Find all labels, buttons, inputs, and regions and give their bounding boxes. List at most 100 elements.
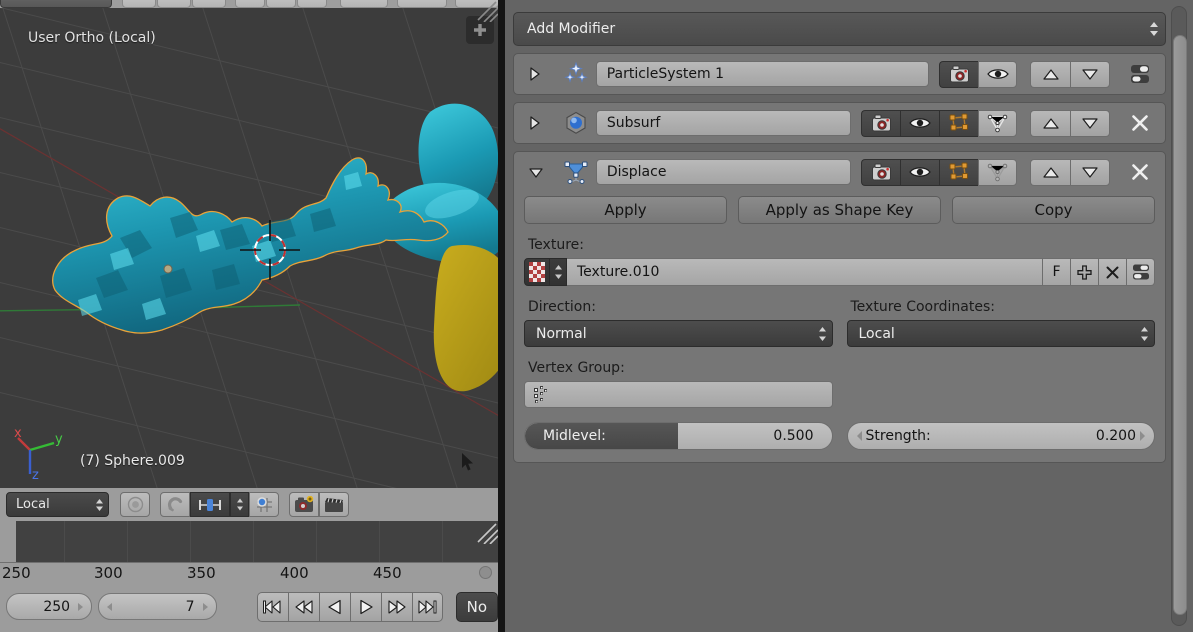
area-corner-grip[interactable] [476,522,498,544]
properties-editor: Add Modifier ParticleSystem 1 Subsurf Di… [505,0,1193,632]
modifier-expander[interactable] [528,66,556,82]
edit-mode-icon [949,113,969,131]
modifier-delete-button[interactable] [1123,110,1157,137]
strength-slider[interactable]: Strength: 0.200 [846,422,1155,450]
current-frame-field[interactable]: 7 [98,593,217,620]
scrollbar-thumb[interactable] [1173,35,1187,615]
modifier-move-down-button[interactable] [1070,109,1111,137]
modifier-edit-mode-toggle[interactable] [939,158,979,186]
next-keyframe-button[interactable] [380,591,412,622]
checker-texture-icon [529,262,545,282]
modifier-move-up-button[interactable] [1030,109,1071,137]
direction-dropdown[interactable]: Normal [524,320,833,347]
previous-keyframe-button[interactable] [287,591,319,622]
jump-to-end-button[interactable] [411,591,443,622]
timeline-editor[interactable] [0,521,498,562]
cage-icon [987,163,1008,182]
vertex-group-field[interactable] [524,381,833,408]
modifier-realtime-toggle[interactable] [978,60,1018,88]
texture-preview-swatch[interactable] [524,258,550,286]
area-splitter[interactable] [498,0,505,632]
end-frame-field[interactable]: 250 [6,593,93,620]
play-button[interactable] [349,591,381,622]
modifier-edit-mode-toggle[interactable] [939,109,979,137]
snap-vertex-icon [199,498,221,511]
timeline-tick: 250 [2,564,31,582]
modifier-type-icon [556,111,596,135]
modifier-name-value: Subsurf [606,115,661,131]
area-corner-grip[interactable] [476,0,498,22]
modifier-realtime-toggle[interactable] [900,109,940,137]
plus-icon [1077,264,1092,280]
add-modifier-dropdown[interactable]: Add Modifier [513,12,1166,46]
snap-target-button[interactable] [190,492,230,517]
modifier-delete-button[interactable] [1123,159,1157,186]
modifier-move-up-button[interactable] [1030,60,1071,88]
fast-forward-icon [388,599,406,614]
modifier-on-cage-toggle[interactable] [978,109,1018,137]
svg-text:y: y [55,432,63,447]
modifier-expander[interactable] [528,166,556,179]
properties-vertical-scrollbar[interactable] [1171,6,1187,626]
modifier-name-field[interactable]: Displace [595,159,852,185]
modifier-panel-pin-button[interactable] [1123,61,1157,88]
direction-value: Normal [536,325,587,342]
snap-target-dropdown[interactable] [230,492,249,517]
copy-button[interactable]: Copy [952,196,1155,224]
timeline-tick: 450 [373,564,402,582]
texture-new-button[interactable] [1071,258,1099,286]
direction-label: Direction: [528,299,596,315]
top-strip-pill [397,0,447,8]
panel-pin-icon [1132,264,1149,280]
modifier-on-cage-toggle[interactable] [978,158,1018,186]
render-button[interactable] [289,492,319,517]
texture-browse-dropdown[interactable] [550,258,567,286]
viewport-object-label: (7) Sphere.009 [80,453,185,469]
eye-icon [909,118,931,128]
modifier-render-toggle[interactable] [861,109,901,137]
modifier-name-field[interactable]: Subsurf [595,110,852,136]
3d-viewport[interactable]: User Ortho (Local) (7) Sphere.009 x y z [0,8,498,488]
top-toolbar-strip [0,0,500,8]
timeline-ruler[interactable]: 250 300 350 400 450 [0,562,498,582]
timeline-canvas[interactable] [16,521,498,562]
modifier-render-toggle[interactable] [939,60,979,88]
modifier-action-buttons: Apply Apply as Shape Key Copy [524,192,1155,224]
snap-magnet-button[interactable] [160,492,190,517]
modifier-render-toggle[interactable] [861,158,901,186]
chevron-updown-icon [818,326,826,341]
texture-coordinates-dropdown[interactable]: Local [846,320,1155,347]
top-strip-pill [0,0,112,8]
proportional-edit-button[interactable] [120,492,150,517]
modifier-name-field[interactable]: ParticleSystem 1 [595,61,930,87]
modifier-move-down-button[interactable] [1070,60,1111,88]
texture-name-field[interactable]: Texture.010 [567,258,1043,286]
apply-button[interactable]: Apply [524,196,727,224]
transform-orientation-dropdown[interactable]: Local [6,492,109,517]
rewind-icon [295,599,313,614]
render-animation-button[interactable] [319,492,349,517]
timeline-scrollbar-handle[interactable] [479,566,492,579]
chevron-updown-icon [96,498,103,511]
triangle-up-icon [1043,166,1059,178]
rewind-start-icon [262,599,281,614]
snap-mode-button[interactable] [249,492,279,517]
vertex-group-label: Vertex Group: [528,360,625,376]
close-x-icon [1132,115,1148,131]
viewport-grid [0,8,498,488]
eye-icon [986,69,1009,79]
apply-as-shape-key-button[interactable]: Apply as Shape Key [738,196,941,224]
midlevel-slider[interactable]: Midlevel: 0.500 [524,422,833,450]
sync-mode-dropdown[interactable]: No [455,591,498,622]
texture-fake-user-button[interactable]: F [1043,258,1071,286]
modifier-realtime-toggle[interactable] [900,158,940,186]
modifier-expander[interactable] [528,115,556,131]
play-reverse-button[interactable] [318,591,350,622]
jump-to-start-button[interactable] [256,591,288,622]
modifier-move-up-button[interactable] [1030,158,1071,186]
texture-pin-button[interactable] [1127,258,1155,286]
texture-unlink-button[interactable] [1099,258,1127,286]
svg-text:z: z [32,468,39,483]
triangle-down-icon [529,167,543,178]
modifier-move-down-button[interactable] [1070,158,1111,186]
